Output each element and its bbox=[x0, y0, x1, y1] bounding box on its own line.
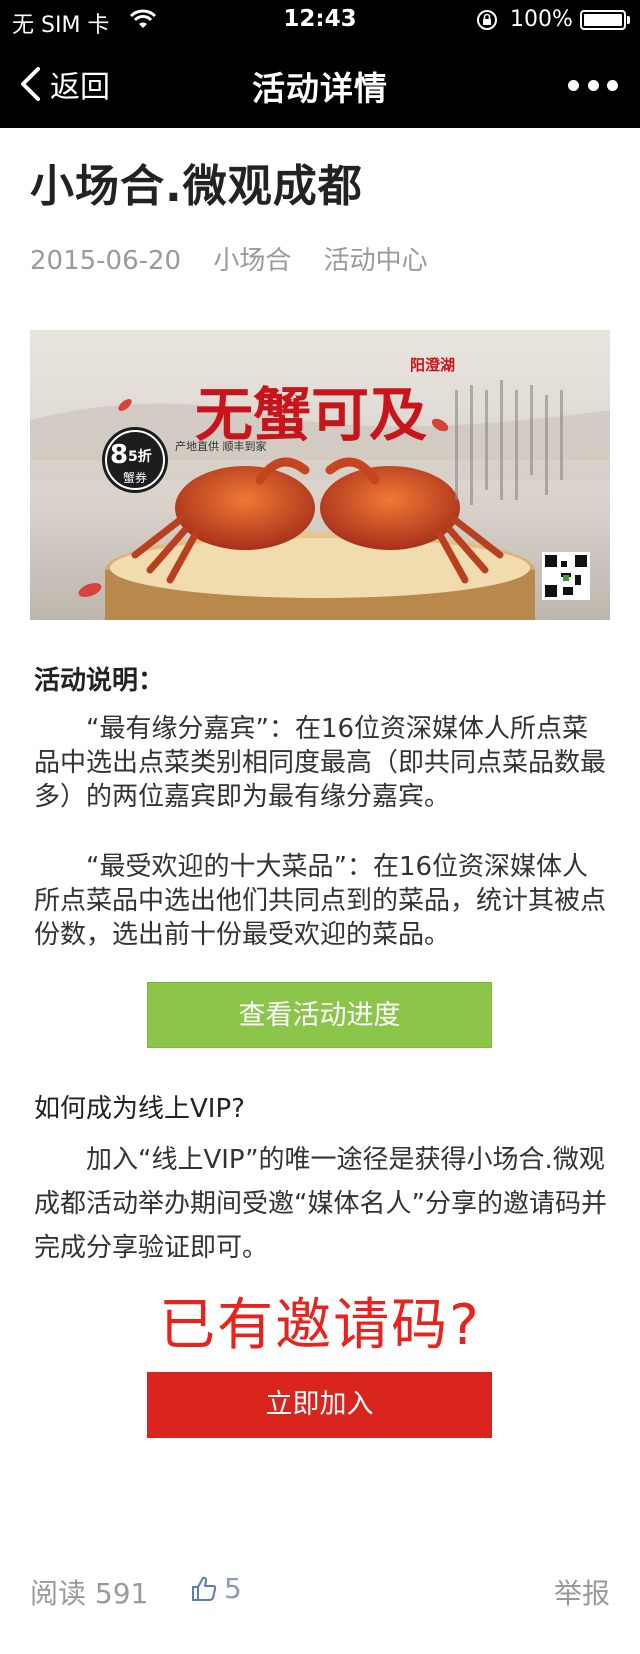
read-number: 591 bbox=[94, 1577, 149, 1610]
rotation-lock-icon bbox=[477, 10, 497, 30]
battery-icon bbox=[580, 10, 630, 30]
qr-code-icon bbox=[542, 552, 590, 600]
activity-paragraph-1: “最有缘分嘉宾”：在16位资深媒体人所点菜品中选出点菜类别相同度最高（即共同点菜… bbox=[34, 714, 607, 812]
thumbs-up-icon bbox=[192, 1576, 217, 1601]
read-label: 阅读 bbox=[30, 1577, 87, 1610]
more-dot-icon bbox=[607, 79, 618, 91]
activity-paragraph-2: “最受欢迎的十大菜品”：在16位资深媒体人所点菜品中选出他们共同点到的菜品，统计… bbox=[34, 852, 607, 950]
article-meta: 2015-06-20 小场合 活动中心 bbox=[30, 240, 452, 277]
page-title: 活动详情 bbox=[252, 69, 388, 108]
activity-heading: 活动说明： bbox=[34, 666, 165, 696]
view-progress-button[interactable]: 查看活动进度 bbox=[147, 982, 492, 1048]
article-author: 小场合 bbox=[213, 246, 292, 276]
more-menu-button[interactable] bbox=[568, 70, 618, 100]
status-bar: 无 SIM 卡 12:43 100% bbox=[0, 0, 640, 40]
vip-heading: 如何成为线上VIP? bbox=[34, 1094, 245, 1124]
banner-tagline: 产地直供 顺丰到家 bbox=[175, 439, 267, 453]
banner-place: 阳澄湖 bbox=[410, 356, 455, 374]
article-date: 2015-06-20 bbox=[30, 246, 182, 276]
promo-banner-image: 无蟹可及 阳澄湖 产地直供 顺丰到家 8 5折 蟹券 bbox=[30, 330, 610, 620]
source-link[interactable]: 活动中心 bbox=[324, 246, 428, 276]
read-count: 阅读 591 bbox=[30, 1572, 148, 1612]
article-footer: 阅读 591 5 举报 bbox=[30, 1572, 610, 1612]
more-dot-icon bbox=[587, 79, 599, 91]
vip-paragraph: 加入“线上VIP”的唯一途径是获得小场合.微观成都活动举办期间受邀“媒体名人”分… bbox=[34, 1145, 607, 1263]
badge-label: 蟹券 bbox=[123, 470, 147, 485]
invite-code-question: 已有邀请码? bbox=[159, 1293, 481, 1358]
join-now-button[interactable]: 立即加入 bbox=[147, 1372, 492, 1438]
like-count: 5 bbox=[224, 1572, 242, 1605]
article-title: 小场合.微观成都 bbox=[30, 161, 363, 212]
badge-discount: 5折 bbox=[128, 448, 152, 465]
nav-bar: 返回 活动详情 bbox=[0, 40, 640, 128]
banner-headline: 无蟹可及 bbox=[195, 381, 427, 449]
badge-number: 8 bbox=[110, 440, 128, 470]
like-button[interactable]: 5 bbox=[190, 1572, 242, 1605]
battery-percent: 100% bbox=[510, 7, 573, 32]
report-link[interactable]: 举报 bbox=[554, 1572, 610, 1612]
more-dot-icon bbox=[568, 79, 579, 91]
